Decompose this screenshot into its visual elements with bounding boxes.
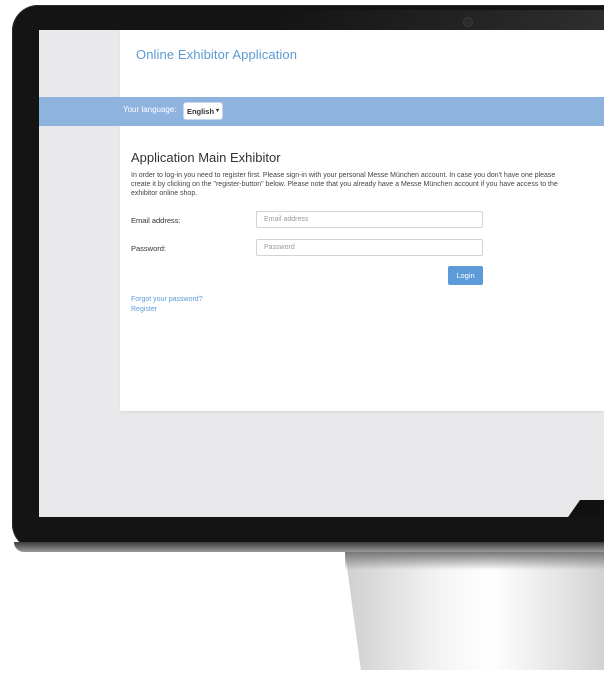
monitor-mockup: Online Exhibitor Application Your langua…: [0, 0, 604, 673]
intro-text: In order to log-in you need to register …: [131, 172, 558, 197]
password-placeholder: Password: [264, 244, 295, 251]
page-title: Application Main Exhibitor: [131, 150, 281, 165]
monitor-screen: Online Exhibitor Application Your langua…: [39, 30, 604, 517]
language-label: Your language:: [123, 105, 177, 114]
register-link[interactable]: Register: [131, 306, 157, 313]
camera-icon: [464, 18, 472, 26]
app-title: Online Exhibitor Application: [136, 47, 298, 62]
screen-glare: [537, 500, 604, 517]
password-label: Password:: [131, 244, 167, 253]
stand-shadow: [345, 552, 604, 570]
email-label: Email address:: [131, 216, 181, 225]
forgot-password-link[interactable]: Forgot your password?: [131, 296, 203, 303]
monitor-bottom-edge: [14, 542, 604, 552]
login-button[interactable]: Login: [448, 266, 483, 285]
password-field[interactable]: Password: [256, 239, 483, 256]
language-selected: English: [186, 106, 215, 116]
chevron-down-icon: ▾: [216, 108, 220, 114]
language-dropdown[interactable]: English ▾: [184, 103, 222, 119]
email-field[interactable]: Email address: [256, 211, 483, 228]
email-placeholder: Email address: [264, 216, 309, 223]
